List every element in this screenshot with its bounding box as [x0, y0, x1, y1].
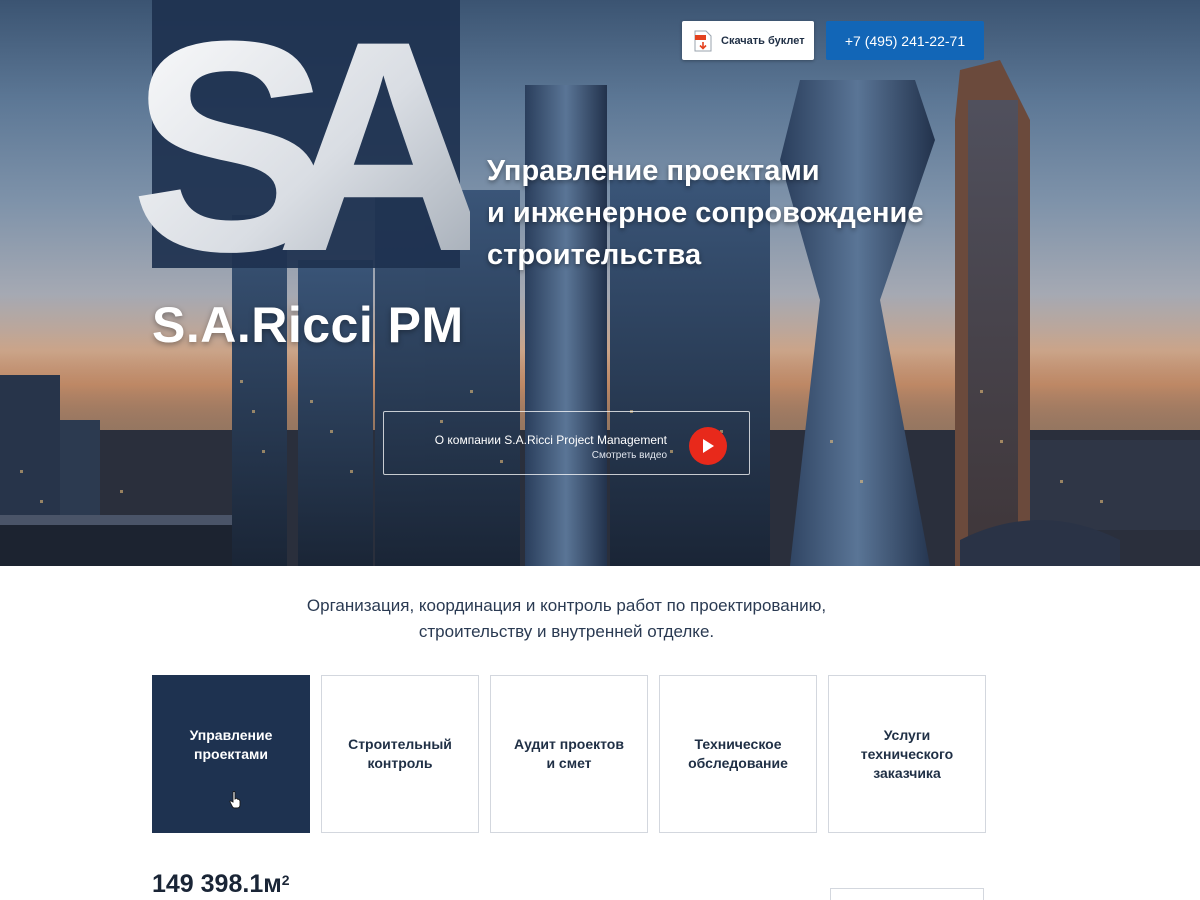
service-card-label: Управление проектами [189, 727, 273, 762]
play-triangle [703, 439, 714, 453]
area-stat-value: 149 398.1м [152, 870, 282, 898]
intro-line-1: Организация, координация и контроль рабо… [306, 596, 827, 615]
intro-text: Организация, координация и контроль рабо… [0, 593, 1133, 645]
logo-letters-text: SA [130, 10, 470, 280]
headline-line-2: и инженерное сопровождение [487, 197, 924, 229]
download-booklet-label: Скачать буклет [721, 34, 805, 47]
partial-panel [830, 888, 984, 900]
service-card-project-management[interactable]: Управление проектами [152, 675, 310, 833]
service-card-label: Услуги технического заказчика [860, 726, 954, 781]
sa-logo: SA [130, 10, 470, 280]
play-icon[interactable] [689, 427, 727, 465]
pdf-file-icon [694, 30, 712, 51]
headline-line-3: строительства [487, 239, 702, 271]
headline-line-1: Управление проектами [487, 155, 820, 187]
area-stat: 149 398.1м2 [152, 870, 290, 899]
service-card-label: Техническое обследование [688, 736, 788, 771]
service-card-technical-inspection[interactable]: Техническое обследование [659, 675, 817, 833]
hero-headline: Управление проектами и инженерное сопров… [487, 150, 1007, 276]
service-card-label: Аудит проектов и смет [514, 736, 624, 771]
service-card-construction-control[interactable]: Строительный контроль [321, 675, 479, 833]
services-cards: Управление проектами Строительный контро… [152, 675, 986, 833]
video-title: О компании S.A.Ricci Project Management [434, 433, 667, 447]
hand-cursor-icon [229, 791, 241, 809]
download-booklet-button[interactable]: Скачать буклет [682, 21, 814, 60]
phone-button[interactable]: +7 (495) 241-22-71 [826, 21, 984, 60]
company-video-button[interactable]: О компании S.A.Ricci Project Management … [383, 411, 750, 475]
service-card-technical-customer[interactable]: Услуги технического заказчика [828, 675, 986, 833]
video-subtitle: Смотреть видео [591, 450, 667, 461]
hero-banner: SA S.A.Ricci PM Управление проектами и и… [0, 0, 1200, 566]
intro-line-2: строительству и внутренней отделке. [418, 622, 715, 641]
service-card-label: Строительный контроль [348, 736, 452, 771]
service-card-audit[interactable]: Аудит проектов и смет [490, 675, 648, 833]
brand-name: S.A.Ricci PM [152, 297, 464, 353]
area-stat-unit: 2 [281, 872, 290, 888]
